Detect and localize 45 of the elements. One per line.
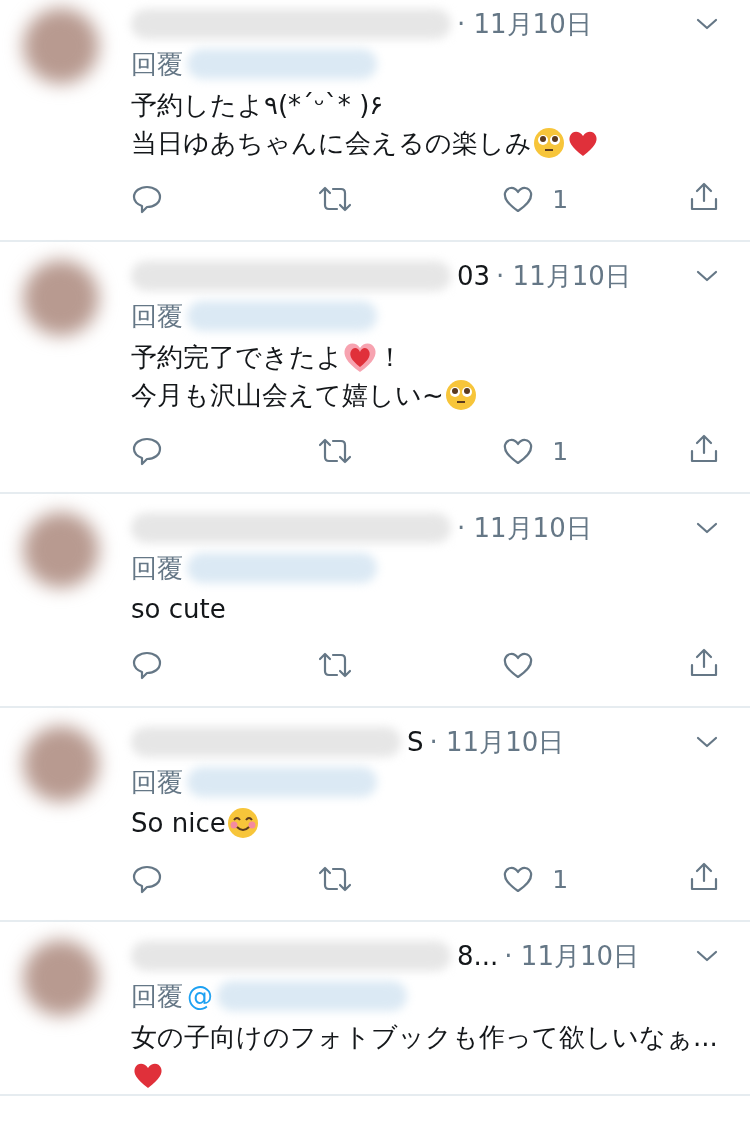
like-count: 1	[552, 864, 569, 894]
like-icon[interactable]	[502, 864, 535, 894]
like-icon[interactable]	[502, 184, 535, 214]
avatar[interactable]	[22, 512, 99, 588]
pleading-face-icon	[443, 378, 478, 412]
reply-label: 回覆	[131, 765, 183, 799]
smiling-face-icon	[225, 806, 260, 840]
like-icon[interactable]	[502, 650, 535, 680]
tweet-date: · 11月10日	[504, 939, 640, 973]
reply-icon[interactable]	[131, 863, 163, 895]
tweet-text: 今月も沢山会えて嬉しい~	[131, 378, 444, 412]
avatar[interactable]	[22, 260, 99, 336]
reply-label: 回覆	[131, 299, 183, 333]
reply-label: 回覆	[131, 979, 183, 1013]
reply-icon[interactable]	[131, 435, 163, 467]
share-icon[interactable]	[688, 647, 720, 679]
tweet-text: 女の子向けのフォトブックも作って欲しいなぁ...	[131, 1020, 718, 1054]
reply-label: 回覆	[131, 551, 183, 585]
share-icon[interactable]	[688, 433, 720, 465]
share-icon[interactable]	[688, 181, 720, 213]
like-count: 1	[552, 436, 569, 466]
avatar[interactable]	[22, 8, 99, 84]
user-name: 8...	[457, 941, 499, 971]
reply-icon[interactable]	[131, 183, 163, 215]
tweet-date: · 11月10日	[457, 7, 592, 41]
mention-link[interactable]: @	[187, 981, 213, 1011]
pleading-face-icon	[532, 126, 566, 160]
reply-label: 回覆	[131, 47, 183, 81]
tweet-text: 予約したよ٩(*´ᵕ`* )۶	[131, 88, 384, 122]
like-icon[interactable]	[502, 436, 535, 466]
avatar[interactable]	[22, 940, 99, 1016]
tweet-date: · 11月10日	[429, 725, 565, 759]
share-icon[interactable]	[688, 861, 720, 893]
tweet-text: ！	[377, 340, 403, 374]
tweet-date: · 11月10日	[496, 259, 631, 293]
tweet-text: 当日ゆあちゃんに会えるの楽しみ	[131, 126, 532, 160]
tweet-date: · 11月10日	[457, 511, 592, 545]
like-count: 1	[552, 184, 569, 214]
tweet-text: So nice	[131, 808, 226, 838]
reply-icon[interactable]	[131, 649, 163, 681]
user-name: 03	[457, 261, 491, 291]
tweet-text: 予約完了できたよ	[131, 340, 343, 374]
user-name: S	[407, 727, 424, 757]
tweet-text: so cute	[131, 594, 226, 624]
avatar[interactable]	[22, 726, 99, 802]
